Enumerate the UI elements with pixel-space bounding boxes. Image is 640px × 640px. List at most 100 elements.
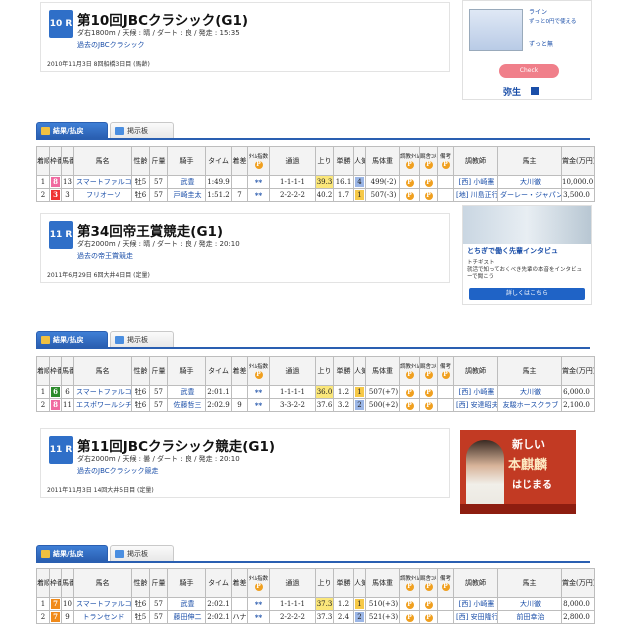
cell-rank: 2 [36, 610, 50, 624]
col-jockey: 騎手 [167, 568, 206, 598]
frame-badge: 6 [51, 387, 60, 397]
horse-name-link[interactable]: エスポワールシチー [73, 398, 132, 412]
owner-link[interactable]: 大川徹 [497, 597, 562, 611]
cell-last3f: 37.3 [315, 610, 334, 624]
cell-frame: 7 [49, 597, 62, 611]
table-row[interactable]: 2 3 3 フリオーソ 牡6 57 戸崎圭太 1:51.2 7 ** 2-2-2… [36, 188, 595, 202]
tab-board[interactable]: 掲示板 [110, 545, 174, 561]
cell-body-weight: 499(-2) [365, 175, 400, 189]
premium-p-icon: P [254, 582, 263, 591]
trainer-link[interactable]: [地] 川島正行 [453, 188, 498, 202]
tab-board[interactable]: 掲示板 [110, 122, 174, 138]
past-races-link[interactable]: 過去の帝王賞競走 [77, 251, 133, 261]
cell-stable-comment[interactable]: P [419, 175, 438, 189]
trainer-link[interactable]: [西] 安達昭夫 [453, 398, 498, 412]
col-odds: 単勝 [333, 146, 354, 176]
cell-training-time[interactable]: P [399, 398, 420, 412]
tab-underline [36, 138, 590, 140]
cell-training-time[interactable]: P [399, 188, 420, 202]
tab-results[interactable]: 結果/払戻 [36, 545, 108, 561]
cell-time-index[interactable]: ** [247, 597, 270, 611]
trainer-link[interactable]: [西] 小崎憲 [453, 385, 498, 399]
horse-name-link[interactable]: トランセンド [73, 610, 132, 624]
premium-p-icon: P [254, 160, 263, 169]
cell-training-time[interactable]: P [399, 385, 420, 399]
trainer-link[interactable]: [西] 小崎憲 [453, 597, 498, 611]
past-races-link[interactable]: 過去のJBCクラシック [77, 40, 145, 50]
premium-p-icon: P [405, 401, 414, 410]
cell-stable-comment[interactable]: P [419, 188, 438, 202]
col-frame: 枠番 [49, 568, 62, 598]
col-last3f: 上り [315, 146, 334, 176]
popularity-badge: 1 [355, 190, 364, 200]
cell-stable-comment[interactable]: P [419, 385, 438, 399]
cell-stable-comment[interactable]: P [419, 597, 438, 611]
cell-remarks [437, 398, 454, 412]
col-stable-comment: 厩舎ｺﾒﾝﾄP [419, 146, 438, 176]
results-tab-icon [41, 550, 50, 558]
horse-name-link[interactable]: スマートファルコン [73, 385, 132, 399]
col-time-index: ﾀｲﾑ指数 P [247, 568, 270, 598]
table-row[interactable]: 2 7 9 トランセンド 牡5 57 藤田伸二 2:02.1 ハナ ** 2-2… [36, 610, 595, 624]
table-row[interactable]: 1 8 13 スマートファルコン 牡5 57 武豊 1:49.9 ** 1-1-… [36, 175, 595, 189]
cell-time-index[interactable]: ** [247, 188, 270, 202]
trainer-link[interactable]: [西] 小崎憲 [453, 175, 498, 189]
jockey-link[interactable]: 戸崎圭太 [167, 188, 206, 202]
trainer-link[interactable]: [西] 安田隆行 [453, 610, 498, 624]
jockey-link[interactable]: 藤田伸二 [167, 610, 206, 624]
cell-passing: 2-2-2-2 [269, 610, 316, 624]
cell-stable-comment[interactable]: P [419, 398, 438, 412]
horse-name-link[interactable]: フリオーソ [73, 188, 132, 202]
race-title[interactable]: 第11回JBCクラシック競走(G1) [77, 435, 275, 455]
race-title[interactable]: 第10回JBCクラシック(G1) [77, 9, 248, 29]
results-table: 着順 枠番 馬番 馬名 性齢 斤量 騎手 タイム 着差 ﾀｲﾑ指数P 通過 上り… [36, 356, 595, 412]
owner-link[interactable]: 大川徹 [497, 385, 562, 399]
owner-link[interactable]: 友駿ホースクラブ [497, 398, 562, 412]
past-races-link[interactable]: 過去のJBCクラシック競走 [77, 466, 159, 476]
jockey-link[interactable]: 武豊 [167, 597, 206, 611]
tab-board[interactable]: 掲示板 [110, 331, 174, 347]
tab-results[interactable]: 結果/払戻 [36, 331, 108, 347]
ad-cta-button[interactable]: 詳しくはこちら [469, 288, 585, 300]
col-prize: 賞金(万円) [561, 356, 595, 386]
col-margin: 着差 [231, 356, 248, 386]
ad-person-image [466, 440, 504, 514]
horse-name-link[interactable]: スマートファルコン [73, 175, 132, 189]
cell-time: 1:51.2 [205, 188, 232, 202]
ad-banner-yayoi[interactable]: ライン ずっと0円で使える ずっと無 Check 弥生 [462, 0, 592, 100]
jockey-link[interactable]: 佐藤哲三 [167, 398, 206, 412]
cell-weight: 57 [149, 597, 168, 611]
horse-name-link[interactable]: スマートファルコン [73, 597, 132, 611]
cell-time-index[interactable]: ** [247, 398, 270, 412]
owner-link[interactable]: 前田幸治 [497, 610, 562, 624]
cell-training-time[interactable]: P [399, 175, 420, 189]
col-body-weight: 馬体重 [365, 356, 400, 386]
popularity-badge: 2 [355, 612, 364, 622]
ad-banner-kirin[interactable]: 新しい 本麒麟 はじまる [460, 430, 576, 514]
cell-stable-comment[interactable]: P [419, 610, 438, 624]
ad-banner-tochigi[interactable]: とちぎで働く先輩インタビュ トチギスト 就活で知っておくべき先輩の本音をインタビ… [462, 205, 592, 305]
cell-popularity: 2 [353, 398, 366, 412]
table-row[interactable]: 2 8 11 エスポワールシチー 牡6 57 佐藤哲三 2:02.9 9 ** … [36, 398, 595, 412]
cell-time-index[interactable]: ** [247, 385, 270, 399]
jockey-link[interactable]: 武豊 [167, 175, 206, 189]
race-date: 2011年11月3日 14回大井5日目 (定量) [47, 487, 154, 494]
table-body: 1 7 10 スマートファルコン 牡6 57 武豊 2:02.1 ** 1-1-… [36, 597, 595, 624]
race-number-badge: 11 R [49, 436, 73, 464]
cell-odds: 1.7 [333, 188, 354, 202]
table-row[interactable]: 1 6 6 スマートファルコン 牡6 57 武豊 2:01.1 ** 1-1-1… [36, 385, 595, 399]
owner-link[interactable]: 大川徹 [497, 175, 562, 189]
ad-check-button[interactable]: Check [499, 64, 559, 78]
cell-time-index[interactable]: ** [247, 175, 270, 189]
col-label: 調教ﾀｲﾑ [400, 153, 420, 160]
col-last3f: 上り [315, 356, 334, 386]
jockey-link[interactable]: 武豊 [167, 385, 206, 399]
cell-training-time[interactable]: P [399, 597, 420, 611]
cell-time-index[interactable]: ** [247, 610, 270, 624]
owner-link[interactable]: ダーレー・ジャパン・ [497, 188, 562, 202]
tab-results[interactable]: 結果/払戻 [36, 122, 108, 138]
cell-training-time[interactable]: P [399, 610, 420, 624]
race-title[interactable]: 第34回帝王賞競走(G1) [77, 220, 223, 240]
cell-rank: 2 [36, 398, 50, 412]
table-row[interactable]: 1 7 10 スマートファルコン 牡6 57 武豊 2:02.1 ** 1-1-… [36, 597, 595, 611]
